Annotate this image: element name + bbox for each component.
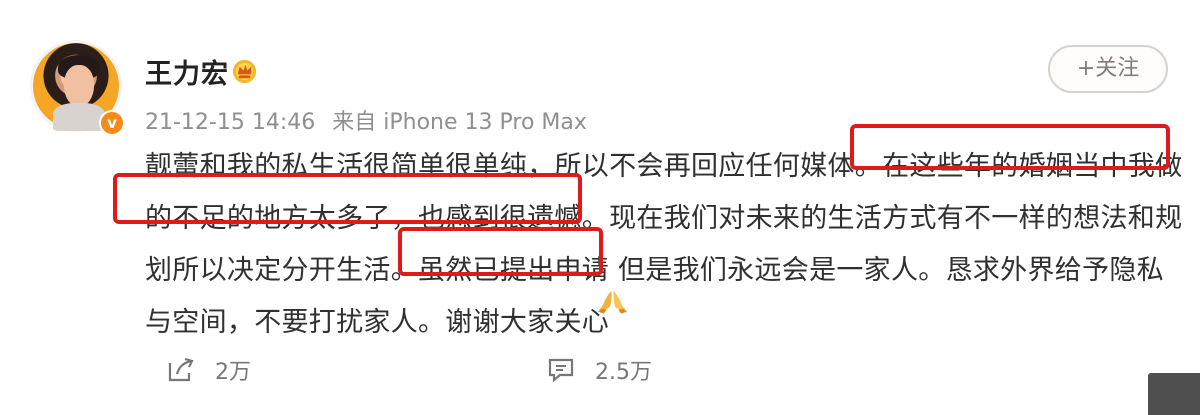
follow-button[interactable]: +关注 <box>1048 45 1168 93</box>
red-highlight-box <box>850 124 1170 170</box>
comment-count: 2.5万 <box>595 360 652 385</box>
post-line-4: 与空间，不要打扰家人。谢谢大家关心 <box>145 307 610 338</box>
post-line-3: 划所以决定分开生活。虽然已提出申请 但是我们永远会是一家人。恳求外界给予隐私 <box>145 255 1164 286</box>
post-meta: 21-12-15 14:46 来自 iPhone 13 Pro Max <box>145 104 587 136</box>
crown-icon <box>232 59 257 84</box>
avatar-body <box>53 103 105 131</box>
dark-overlay-corner <box>1148 373 1200 415</box>
author-avatar[interactable]: v <box>30 40 126 136</box>
comment-icon <box>548 358 574 383</box>
praying-hands-icon <box>597 290 628 314</box>
post-timestamp: 21-12-15 14:46 <box>145 110 316 135</box>
post-source: 来自 iPhone 13 Pro Max <box>332 110 587 135</box>
share-count: 2万 <box>215 360 251 385</box>
avatar-face <box>64 65 94 107</box>
red-highlight-box <box>398 227 603 276</box>
red-highlight-box <box>113 173 582 224</box>
share-icon <box>168 357 194 382</box>
author-name[interactable]: 王力宏 <box>145 52 229 91</box>
verified-badge-icon: v <box>99 110 125 136</box>
